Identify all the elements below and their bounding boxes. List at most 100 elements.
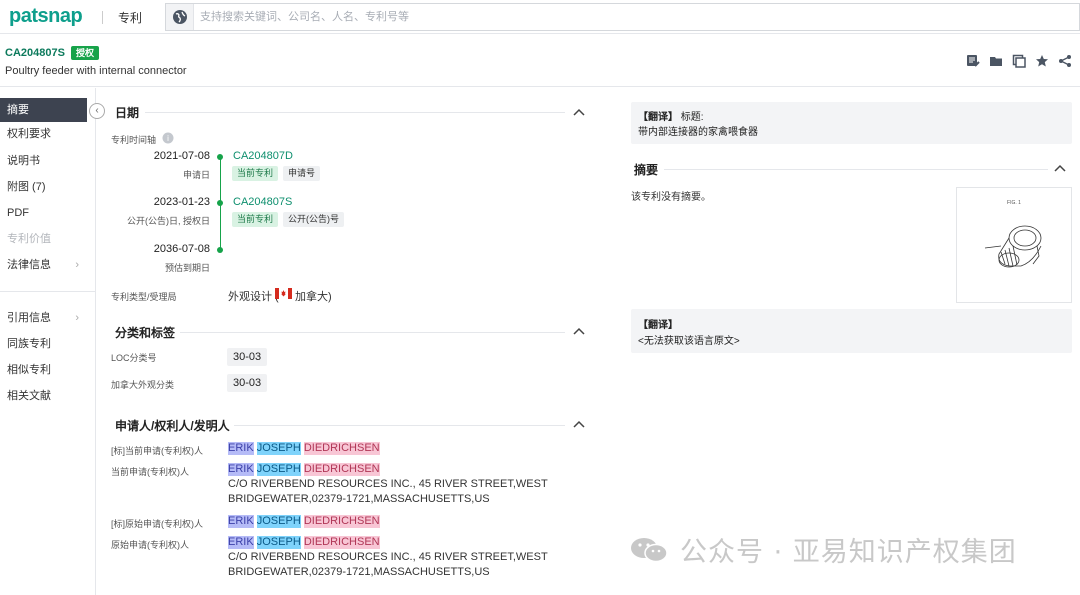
sidebar-item-claims[interactable]: 权利要求 [0,122,87,146]
timeline-label: 专利时间轴 [111,135,157,145]
sidebar-item-label: 说明书 [7,155,40,167]
name-part: ERIK [228,442,254,455]
translation-tag: 【翻译】 标题: [638,108,704,123]
sidebar-item-citations[interactable]: 引用信息 › [0,306,87,330]
edit-report-icon[interactable] [966,54,980,68]
title-translated: 带内部连接器的家禽喂食器 [638,127,758,138]
sidebar-item-abstract[interactable]: 摘要 [0,98,87,122]
timeline-dot [217,200,223,206]
star-icon[interactable] [1035,54,1049,68]
timeline-sub-label: 公开(公告)日, 授权日 [127,216,210,226]
sidebar-item-label: 附图 (7) [7,181,46,193]
section-divider [145,112,565,113]
patent-type-value: 外观设计 ( [228,291,279,303]
sidebar-item-related-docs[interactable]: 相关文献 [0,384,87,408]
title-label: 标题: [680,112,704,123]
header-actions [966,54,1072,68]
patent-type-label: 专利类型/受理局 [111,292,177,302]
watermark-text: 公众号 · 亚易知识产权集团 [680,537,1017,568]
share-icon[interactable] [1058,54,1072,68]
section-title-classification: 分类和标签 [115,326,176,340]
sidebar: 摘要 权利要求 说明书 附图 (7) PDF 专利价值 法律信息 › 引用信息 › … [0,88,96,595]
name-part: ERIK [228,536,254,549]
applicant-label: 当前申请(专利权)人 [111,467,189,477]
timeline-date: 2023-01-23 [153,196,210,208]
abstract-text: 该专利没有摘要。 [631,192,711,203]
applicant-name[interactable]: ERIK JOSEPH DIEDRICHSEN [228,442,380,455]
applicant-address-line: BRIDGEWATER,02379-1721,MASSACHUSETTS,US [228,566,490,578]
sidebar-item-label: 专利价值 [7,233,51,245]
svg-text:i: i [167,134,169,143]
publication-number-link[interactable]: CA204807S [233,196,292,208]
chevron-right-icon: › [75,312,79,324]
timeline-dot [217,154,223,160]
folder-icon[interactable] [989,54,1003,68]
sidebar-item-family[interactable]: 同族专利 [0,332,87,356]
applicant-name[interactable]: ERIK JOSEPH DIEDRICHSEN [228,463,380,476]
publication-number-chip: 公开(公告)号 [283,212,344,227]
info-icon[interactable]: i [162,132,174,144]
applicant-name[interactable]: ERIK JOSEPH DIEDRICHSEN [228,515,380,528]
search-box [165,3,1080,31]
status-badge: 授权 [71,46,100,60]
patent-title: Poultry feeder with internal connector [5,65,187,77]
application-number-chip: 申请号 [283,166,321,181]
name-part: JOSEPH [256,515,301,528]
collapse-dates-icon[interactable] [573,107,585,119]
current-patent-chip: 当前专利 [232,166,279,181]
translation-tag-text: 【翻译】 [638,112,678,123]
name-part: JOSEPH [256,442,301,455]
globe-icon [173,10,187,24]
language-selector[interactable] [166,4,194,30]
copy-icon[interactable] [1012,54,1026,68]
section-title-abstract: 摘要 [634,163,659,177]
name-part: JOSEPH [256,463,301,476]
timeline-date: 2036-07-08 [153,243,210,255]
top-bar: patsnap 专利 [0,0,1080,34]
translation-tag: 【翻译】 [638,316,678,331]
section-divider [664,169,1048,170]
collapse-abstract-icon[interactable] [1054,163,1066,175]
sidebar-divider [0,291,96,292]
timeline-sub-label: 预估到期日 [164,263,210,273]
patent-office-value: 加拿大) [295,291,332,303]
loc-label: LOC分类号 [111,353,157,363]
section-title-applicants: 申请人/权利人/发明人 [115,419,230,433]
figure-caption: FIG. 1 [1007,200,1021,206]
abstract-translation-text: <无法获取该语言原文> [638,336,740,347]
sidebar-item-label: 引用信息 [7,312,51,324]
patent-id: CA204807S [5,47,65,59]
sidebar-item-similar[interactable]: 相似专利 [0,358,87,382]
translation-tag-text: 【翻译】 [638,320,678,331]
wechat-icon [631,538,668,563]
search-input[interactable] [200,8,900,26]
applicant-name[interactable]: ERIK JOSEPH DIEDRICHSEN [228,536,380,549]
ca-class-label: 加拿大外观分类 [111,380,175,390]
name-part: DIEDRICHSEN [303,463,380,476]
patsnap-logo[interactable]: patsnap [9,5,83,28]
applicant-label: [标]当前申请(专利权)人 [111,446,203,456]
applicant-label: 原始申请(专利权)人 [111,540,189,550]
collapse-classification-icon[interactable] [573,326,585,338]
collapse-sidebar-button[interactable]: ‹ [89,103,105,119]
collapse-applicants-icon[interactable] [573,419,585,431]
patent-figure-thumbnail[interactable]: FIG. 1 [956,187,1072,303]
title-translation-box: 【翻译】 标题: 带内部连接器的家禽喂食器 [631,102,1072,144]
canada-flag-icon [275,288,292,299]
timeline-date: 2021-07-08 [153,150,210,162]
timeline-dot [217,247,223,253]
name-part: ERIK [228,515,254,528]
applicant-label: [标]原始申请(专利权)人 [111,519,203,529]
application-number-link[interactable]: CA204807D [233,150,293,162]
abstract-translation-box: 【翻译】 <无法获取该语言原文> [631,309,1072,353]
section-title-dates: 日期 [115,106,140,120]
name-part: DIEDRICHSEN [303,515,380,528]
ca-class-value[interactable]: 30-03 [227,374,268,392]
sidebar-item-patent-value: 专利价值 [0,227,87,251]
section-divider [234,425,565,426]
patent-header: CA204807S 授权 Poultry feeder with interna… [0,34,1080,87]
loc-value[interactable]: 30-03 [227,348,268,366]
sidebar-item-label: 相似专利 [7,364,51,376]
sidebar-item-label: 相关文献 [7,390,51,402]
nav-patent[interactable]: 专利 [118,9,142,26]
